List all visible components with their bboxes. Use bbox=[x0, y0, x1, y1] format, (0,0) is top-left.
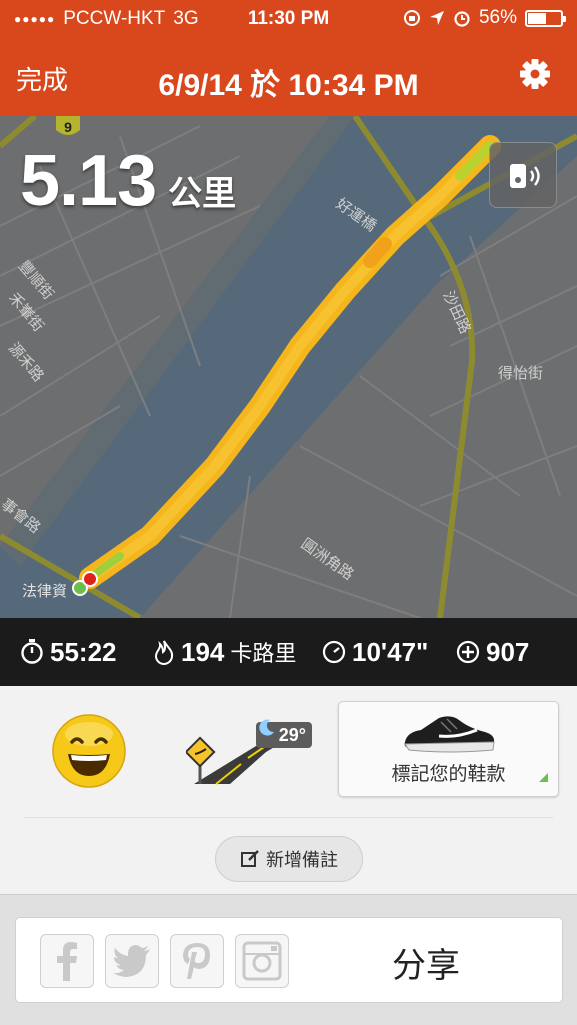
twitter-button[interactable] bbox=[105, 934, 159, 988]
duration-stat: 55:22 bbox=[20, 637, 117, 668]
tag-shoes-button[interactable]: 標記您的鞋款 bbox=[338, 701, 559, 797]
street-label: 法律資 bbox=[22, 582, 67, 600]
page-title: 6/9/14 於 10:34 PM bbox=[158, 69, 419, 102]
add-note-label: 新增備註 bbox=[266, 850, 338, 870]
fuel-value: 907 bbox=[486, 636, 530, 667]
calories-stat: 194 卡路里 bbox=[153, 636, 296, 668]
voice-feedback-button[interactable] bbox=[489, 142, 557, 208]
happy-face-icon[interactable] bbox=[50, 712, 128, 790]
edit-note-icon bbox=[241, 850, 259, 867]
instagram-button[interactable] bbox=[235, 934, 289, 988]
corner-indicator-icon bbox=[539, 773, 548, 782]
pinterest-button[interactable] bbox=[170, 934, 224, 988]
duration-value: 55:22 bbox=[50, 636, 117, 667]
street-label: 源禾路 bbox=[5, 339, 48, 385]
twitter-icon bbox=[113, 945, 150, 977]
facebook-icon bbox=[57, 942, 77, 981]
share-section: 分享 bbox=[0, 894, 577, 1025]
flame-icon bbox=[154, 640, 174, 665]
stopwatch-icon bbox=[21, 639, 43, 664]
battery-icon bbox=[525, 9, 566, 27]
moon-icon bbox=[259, 719, 274, 736]
stats-bar: 55:22 194 卡路里 10'47" 907 bbox=[0, 618, 577, 686]
location-icon bbox=[429, 11, 444, 25]
pace-value: 10'47" bbox=[352, 636, 429, 667]
instagram-icon bbox=[242, 941, 282, 981]
temperature-value: 29° bbox=[278, 724, 306, 745]
tag-shoes-label: 標記您的鞋款 bbox=[391, 764, 506, 785]
nav-bar: 完成 6/9/14 於 10:34 PM bbox=[0, 38, 577, 116]
end-marker bbox=[82, 571, 98, 587]
speedometer-icon bbox=[322, 640, 346, 664]
divider bbox=[24, 817, 553, 818]
run-details-panel: 29° 標記您的鞋款 新增備註 bbox=[0, 686, 577, 894]
gear-icon[interactable] bbox=[517, 56, 553, 92]
route-map[interactable]: 9 豐順街 禾輋街 源禾路 沙田路 得怡街 圓洲角路 法律資 事會路 好運橋 5… bbox=[0, 116, 577, 618]
status-bar: ●●●●● PCCW-HKT 3G 11:30 PM 56% bbox=[0, 0, 577, 38]
shoe-icon bbox=[404, 716, 495, 753]
rotation-lock-icon bbox=[403, 10, 420, 26]
status-right: 56% bbox=[403, 7, 566, 29]
calories-value: 194 bbox=[181, 636, 225, 667]
distance-display: 5.13 公里 bbox=[20, 140, 236, 222]
distance-value: 5.13 bbox=[20, 141, 157, 221]
voice-feedback-icon bbox=[510, 164, 540, 188]
pinterest-icon bbox=[183, 943, 210, 979]
alarm-icon bbox=[454, 11, 470, 27]
share-label: 分享 bbox=[392, 947, 460, 985]
weather-badge: 29° bbox=[256, 719, 312, 748]
facebook-button[interactable] bbox=[40, 934, 94, 988]
street-label: 得怡街 bbox=[498, 364, 543, 382]
fuel-stat: 907 bbox=[456, 637, 529, 668]
add-note-button[interactable]: 新增備註 bbox=[215, 836, 363, 882]
route-shield: 9 bbox=[56, 116, 80, 135]
battery-percent: 56% bbox=[478, 7, 517, 28]
street-label: 圓洲角路 bbox=[298, 535, 357, 584]
fuel-icon bbox=[456, 640, 480, 664]
pace-stat: 10'47" bbox=[322, 637, 428, 668]
calories-unit: 卡路里 bbox=[230, 641, 297, 666]
distance-unit: 公里 bbox=[168, 175, 237, 213]
share-button[interactable]: 分享 bbox=[15, 917, 563, 1003]
svg-text:9: 9 bbox=[64, 119, 72, 135]
